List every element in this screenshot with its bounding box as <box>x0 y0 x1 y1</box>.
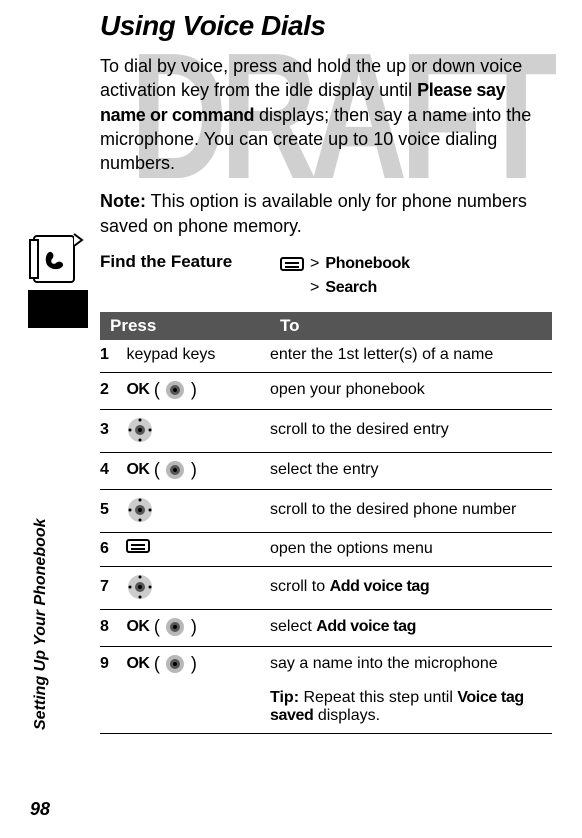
center-key-icon <box>164 653 186 675</box>
table-row-tip: Tip: Repeat this step until Voice tag sa… <box>100 683 552 734</box>
nav-phonebook: Phonebook <box>325 252 409 276</box>
center-key-icon <box>164 459 186 481</box>
step-number: 3 <box>100 421 122 439</box>
to-text: scroll to the desired phone number <box>270 490 552 533</box>
menu-key-icon <box>126 539 150 553</box>
table-row: 6 open the options menu <box>100 533 552 567</box>
ok-label: OK <box>126 381 149 398</box>
step-number: 4 <box>100 461 122 479</box>
table-row: 9 OK ( ) say a name into the microphone <box>100 647 552 684</box>
step-number: 8 <box>100 618 122 636</box>
manual-page: DRAFT Setting Up Your Phonebook 98 Using… <box>0 0 582 838</box>
nav-gt-1: > <box>310 252 319 276</box>
table-row: 1 keypad keys enter the 1st letter(s) of… <box>100 340 552 373</box>
table-row: 5 scroll to the desired phone number <box>100 490 552 533</box>
to-text: say a name into the microphone <box>270 647 552 684</box>
table-row: 2 OK ( ) open your phonebook <box>100 373 552 410</box>
phone-book-icon <box>28 232 84 288</box>
tip-text: Tip: Repeat this step until Voice tag sa… <box>270 683 552 734</box>
nav-key-icon <box>126 496 154 524</box>
press-keypad: keypad keys <box>126 346 215 363</box>
step-number: 2 <box>100 381 122 399</box>
to-text: scroll to the desired entry <box>270 410 552 453</box>
table-row: 7 scroll to Add voice tag <box>100 567 552 610</box>
nav-key-icon <box>126 416 154 444</box>
ok-label: OK <box>126 461 149 478</box>
steps-table: Press To 1 keypad keys enter the 1st let… <box>100 312 552 734</box>
table-row: 3 scroll to the desired entry <box>100 410 552 453</box>
center-key-icon <box>164 616 186 638</box>
find-feature-label: Find the Feature <box>100 252 280 272</box>
nav-key-icon <box>126 573 154 601</box>
menu-key-icon <box>280 257 304 271</box>
page-number: 98 <box>30 799 50 820</box>
to-text: open your phonebook <box>270 373 552 410</box>
section-side-label: Setting Up Your Phonebook <box>32 518 50 730</box>
to-text: scroll to Add voice tag <box>270 567 552 610</box>
step-number: 9 <box>100 655 122 673</box>
to-text: enter the 1st letter(s) of a name <box>270 340 552 373</box>
ok-label: OK <box>126 618 149 635</box>
note-label: Note: <box>100 191 146 211</box>
find-feature-row: Find the Feature > Phonebook > Search <box>100 252 552 300</box>
feature-nav: > Phonebook > Search <box>280 252 410 300</box>
step-number: 7 <box>100 578 122 596</box>
ok-label: OK <box>126 655 149 672</box>
to-text: open the options menu <box>270 533 552 567</box>
center-key-icon <box>164 379 186 401</box>
step-number: 1 <box>100 346 122 364</box>
step-number: 6 <box>100 540 122 558</box>
table-row: 4 OK ( ) select the entry <box>100 453 552 490</box>
page-title: Using Voice Dials <box>100 10 552 42</box>
note-paragraph: Note: This option is available only for … <box>100 189 552 238</box>
intro-paragraph: To dial by voice, press and hold the up … <box>100 54 552 175</box>
side-black-tab <box>28 290 88 328</box>
note-text: This option is available only for phone … <box>100 191 527 235</box>
col-press: Press <box>100 312 270 340</box>
to-text: select the entry <box>270 453 552 490</box>
step-number: 5 <box>100 501 122 519</box>
nav-search: Search <box>325 276 377 300</box>
table-row: 8 OK ( ) select Add voice tag <box>100 610 552 647</box>
nav-gt-2: > <box>310 276 319 300</box>
col-to: To <box>270 312 552 340</box>
to-text: select Add voice tag <box>270 610 552 647</box>
